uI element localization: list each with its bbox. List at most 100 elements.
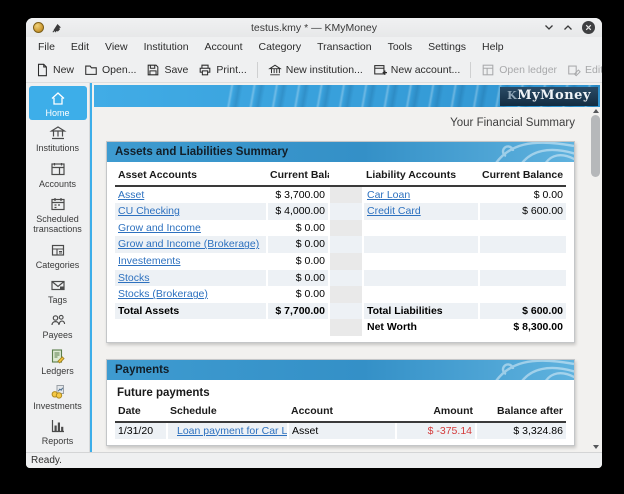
schedule-link[interactable]: Loan payment for Car Loan: [177, 425, 288, 438]
menubar: File Edit View Institution Account Categ…: [26, 37, 602, 57]
print-button[interactable]: Print...: [193, 61, 251, 79]
account-link[interactable]: Grow and Income: [118, 222, 201, 234]
sidebar-item-home[interactable]: Home: [29, 86, 87, 120]
open-button[interactable]: Open...: [79, 61, 141, 79]
table-row: Stocks $ 0.00: [115, 270, 566, 287]
future-payments-subheader: Future payments: [117, 387, 566, 399]
table-row: CU Checking $ 4,000.00 Credit Card $ 600…: [115, 203, 566, 220]
sidebar-item-investments[interactable]: Investments: [29, 379, 87, 413]
table-row: Grow and Income $ 0.00: [115, 220, 566, 237]
future-payments-table: Date Schedule Account Amount Balance aft…: [115, 403, 566, 439]
status-text: Ready.: [31, 455, 62, 466]
column-header: Amount: [396, 403, 476, 422]
desktop-background: testus.kmy * — KMyMoney File Edit View I…: [0, 0, 624, 494]
sidebar-item-tags[interactable]: Tags: [29, 273, 87, 307]
accounts-icon: [49, 160, 67, 178]
menu-file[interactable]: File: [30, 39, 63, 55]
ledger-grid-icon: [481, 63, 495, 77]
vertical-scrollbar[interactable]: [589, 107, 602, 452]
home-view: KMyMoney Your Financial Summary: [92, 83, 602, 452]
swirl-decoration: [454, 360, 574, 380]
account-link[interactable]: CU Checking: [118, 205, 180, 217]
account-link[interactable]: Stocks: [118, 272, 150, 284]
sidebar-item-institutions[interactable]: Institutions: [29, 121, 87, 155]
maximize-button[interactable]: [563, 24, 573, 31]
tag-envelope-icon: [49, 276, 67, 294]
kmymoney-banner: KMyMoney: [94, 85, 600, 107]
scroll-down-arrow[interactable]: [593, 445, 599, 449]
column-header: Liability Accounts: [363, 167, 479, 186]
calendar-icon: [49, 195, 67, 213]
account-link[interactable]: Asset: [118, 189, 144, 201]
ledgers-icon: [49, 347, 67, 365]
scroll-up-arrow[interactable]: [593, 109, 599, 113]
account-link[interactable]: Grow and Income (Brokerage): [118, 238, 259, 250]
menu-tools[interactable]: Tools: [380, 39, 421, 55]
new-account-button[interactable]: New account...: [368, 61, 465, 79]
new-account-icon: [373, 63, 387, 77]
account-link[interactable]: Investements: [118, 255, 180, 267]
open-folder-icon: [84, 63, 98, 77]
column-header: Balance after: [476, 403, 566, 422]
bank-icon: [49, 124, 67, 142]
table-row: Investements $ 0.00: [115, 253, 566, 270]
sidebar-item-scheduled-transactions[interactable]: Scheduled transactions: [29, 192, 87, 237]
menu-account[interactable]: Account: [197, 39, 251, 55]
negative-amount: $ -375.14: [396, 422, 476, 440]
column-header: Account: [288, 403, 396, 422]
window-title: testus.kmy * — KMyMoney: [26, 22, 602, 34]
sidebar-item-reports[interactable]: Reports: [29, 414, 87, 448]
swirl-decoration: [454, 142, 574, 162]
open-ledger-button: Open ledger: [476, 61, 562, 79]
payment-row: 1/31/20 Loan payment for Car Loan: [115, 422, 566, 440]
totals-row: Total Assets $ 7,700.00 Total Liabilitie…: [115, 303, 566, 320]
print-icon: [198, 63, 212, 77]
table-row: Asset $ 3,700.00 Car Loan $ 0.00: [115, 186, 566, 204]
assets-liabilities-panel: Assets and Liabilities Summary Asset Acc…: [106, 141, 575, 343]
close-button[interactable]: [582, 21, 595, 34]
payments-header: Payments: [107, 360, 574, 380]
menu-edit[interactable]: Edit: [63, 39, 97, 55]
main-area: Home Institutions Accounts Scheduled tra…: [26, 83, 602, 452]
reports-icon: [49, 417, 67, 435]
home-page-viewport: Your Financial Summary: [92, 107, 589, 452]
column-header: Asset Accounts: [115, 167, 267, 186]
investments-icon: [49, 382, 67, 400]
payments-panel: Payments Future payments Date Sche: [106, 359, 575, 446]
new-button[interactable]: New: [30, 61, 79, 79]
page-title: Your Financial Summary: [104, 117, 575, 129]
save-button[interactable]: Save: [141, 61, 193, 79]
table-row: Stocks (Brokerage) $ 0.00: [115, 286, 566, 303]
home-icon: [49, 89, 67, 107]
menu-category[interactable]: Category: [251, 39, 310, 55]
new-institution-button[interactable]: New institution...: [263, 61, 368, 79]
column-header: Current Balance: [267, 167, 329, 186]
scrollbar-thumb[interactable]: [591, 115, 600, 177]
gap-column: [329, 167, 363, 186]
sidebar-item-payees[interactable]: Payees: [29, 308, 87, 342]
table-row: Grow and Income (Brokerage) $ 0.00: [115, 236, 566, 253]
account-link[interactable]: Credit Card: [367, 205, 421, 217]
payees-icon: [49, 311, 67, 329]
edit-account-icon: [567, 63, 581, 77]
statusbar: Ready.: [26, 452, 602, 468]
minimize-button[interactable]: [544, 24, 554, 31]
menu-settings[interactable]: Settings: [420, 39, 474, 55]
toolbar-separator: [257, 62, 258, 78]
assets-liabilities-table: Asset Accounts Current Balance Liability…: [115, 167, 566, 336]
sidebar-item-categories[interactable]: Categories: [29, 238, 87, 272]
menu-help[interactable]: Help: [474, 39, 512, 55]
account-link[interactable]: Car Loan: [367, 189, 410, 201]
menu-institution[interactable]: Institution: [136, 39, 197, 55]
account-link[interactable]: Stocks (Brokerage): [118, 288, 208, 300]
save-icon: [146, 63, 160, 77]
sidebar-item-ledgers[interactable]: Ledgers: [29, 344, 87, 378]
scrollbar-track[interactable]: [591, 115, 600, 443]
menu-view[interactable]: View: [97, 39, 136, 55]
kmymoney-window: testus.kmy * — KMyMoney File Edit View I…: [26, 18, 602, 468]
titlebar[interactable]: testus.kmy * — KMyMoney: [26, 18, 602, 37]
categories-icon: [49, 241, 67, 259]
menu-transaction[interactable]: Transaction: [309, 39, 379, 55]
bank-icon: [268, 63, 282, 77]
sidebar-item-accounts[interactable]: Accounts: [29, 157, 87, 191]
